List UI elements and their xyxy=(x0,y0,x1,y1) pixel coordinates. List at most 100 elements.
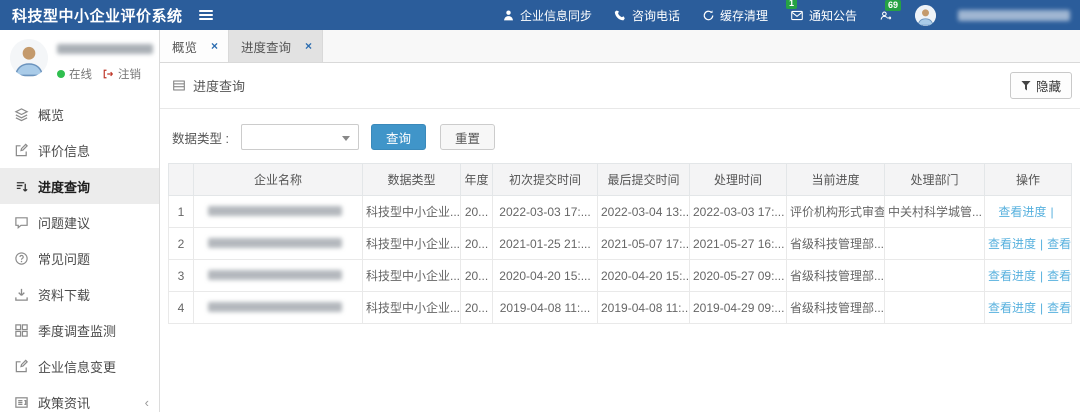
row-index: 1 xyxy=(168,195,194,228)
department-cell: 中关村科学城管... xyxy=(884,195,985,228)
data-type-cell: 科技型中小企业... xyxy=(362,291,461,324)
view-progress-link[interactable]: 查看进度 xyxy=(998,205,1046,219)
company-name-cell xyxy=(193,259,363,292)
sidebar-item-evaluation-info[interactable]: 评价信息 xyxy=(0,132,159,168)
col-company: 企业名称 xyxy=(193,163,363,196)
department-cell xyxy=(884,291,985,324)
company-name-cell xyxy=(193,195,363,228)
news-icon xyxy=(13,395,29,410)
nav-cache-clear[interactable]: 缓存清理 xyxy=(702,7,768,24)
current-progress-cell: 省级科技管理部... xyxy=(786,259,885,292)
sidebar-user-box: 在线 注销 xyxy=(0,30,159,92)
comment-icon xyxy=(13,215,29,230)
nav-messages[interactable]: 69 xyxy=(879,0,901,22)
sidebar-username-redacted xyxy=(57,44,153,54)
first-submit-cell: 2019-04-08 11:... xyxy=(492,291,598,324)
current-progress-cell: 省级科技管理部... xyxy=(786,291,885,324)
chevron-left-icon xyxy=(145,395,149,410)
actions-cell: 查看进度 |查看... xyxy=(984,227,1072,260)
messages-badge: 69 xyxy=(884,0,901,11)
nav-notice[interactable]: 1 通知公告 xyxy=(785,0,857,24)
data-type-cell: 科技型中小企业... xyxy=(362,195,461,228)
process-time-cell: 2022-03-03 17:... xyxy=(689,195,787,228)
tab-progress-query[interactable]: 进度查询 xyxy=(229,30,324,62)
table-list-icon xyxy=(172,79,186,92)
tab-overview[interactable]: 概览 xyxy=(160,30,230,62)
panel-title: 进度查询 xyxy=(193,79,246,94)
data-type-cell: 科技型中小企业... xyxy=(362,227,461,260)
filter-row: 数据类型 : 查询 重置 xyxy=(160,109,1080,163)
col-department: 处理部门 xyxy=(884,163,985,196)
last-submit-cell: 2019-04-08 11:... xyxy=(597,291,690,324)
close-icon[interactable] xyxy=(211,39,218,53)
col-last-submit: 最后提交时间 xyxy=(597,163,690,196)
close-icon[interactable] xyxy=(305,39,312,53)
search-button[interactable]: 查询 xyxy=(370,124,426,150)
reset-button[interactable]: 重置 xyxy=(439,124,495,150)
online-dot-icon xyxy=(57,70,65,78)
company-name-redacted xyxy=(208,269,342,280)
last-submit-cell: 2021-05-07 17:... xyxy=(597,227,690,260)
first-submit-cell: 2021-01-25 21:... xyxy=(492,227,598,260)
sidebar-item-progress-query[interactable]: 进度查询 xyxy=(0,168,159,204)
filter-funnel-icon xyxy=(1020,80,1031,91)
panel-header: 进度查询 隐藏 xyxy=(160,63,1080,109)
data-type-cell: 科技型中小企业... xyxy=(362,259,461,292)
grid-icon xyxy=(13,323,29,338)
view-progress-link[interactable]: 查看进度 xyxy=(988,301,1036,315)
data-type-select[interactable] xyxy=(240,124,359,150)
nav-consult-phone[interactable]: 咨询电话 xyxy=(614,7,680,24)
row-index: 4 xyxy=(168,291,194,324)
recycle-icon xyxy=(702,9,715,22)
view-progress-link[interactable]: 查看... xyxy=(1047,237,1070,251)
current-progress-cell: 省级科技管理部... xyxy=(786,227,885,260)
process-time-cell: 2021-05-27 16:... xyxy=(689,227,787,260)
sidebar-menu: 概览 评价信息 进度查询 问题建议 常见问题 资料下载 季度调查监测 企业信息变… xyxy=(0,96,159,412)
first-submit-cell: 2020-04-20 15:... xyxy=(492,259,598,292)
envelope-icon xyxy=(790,9,804,22)
link-separator: | xyxy=(1040,269,1044,283)
sidebar-item-overview[interactable]: 概览 xyxy=(0,96,159,132)
actions-cell: 查看进度 |查看... xyxy=(984,291,1072,324)
view-progress-link[interactable]: 查看... xyxy=(1047,301,1070,315)
company-name-redacted xyxy=(208,205,342,216)
hide-button[interactable]: 隐藏 xyxy=(1009,72,1072,99)
chevron-down-icon xyxy=(341,136,350,141)
logout-link[interactable]: 注销 xyxy=(118,66,141,82)
sidebar-item-suggestions[interactable]: 问题建议 xyxy=(0,204,159,240)
logout-icon xyxy=(102,68,114,80)
department-cell xyxy=(884,227,985,260)
nav-enterprise-sync[interactable]: 企业信息同步 xyxy=(502,7,592,24)
progress-table: 企业名称 数据类型 年度 初次提交时间 最后提交时间 处理时间 当前进度 处理部… xyxy=(168,163,1072,324)
table-row: 3 科技型中小企业... 20... 2020-04-20 15:... 2020-04… xyxy=(168,259,1072,292)
department-cell xyxy=(884,259,985,292)
sidebar-item-downloads[interactable]: 资料下载 xyxy=(0,276,159,312)
col-process-time: 处理时间 xyxy=(689,163,787,196)
year-cell: 20... xyxy=(460,291,493,324)
sidebar-item-quarterly-survey[interactable]: 季度调查监测 xyxy=(0,312,159,348)
sidebar-item-policy-news[interactable]: 政策资讯 xyxy=(0,384,159,412)
tab-bar: 概览 进度查询 xyxy=(160,30,1080,63)
current-progress-cell: 评价机构形式审查 xyxy=(786,195,885,228)
sidebar: 在线 注销 概览 评价信息 进度查询 问题建议 常见问题 资料下载 季度调查监测… xyxy=(0,30,160,412)
user-avatar[interactable] xyxy=(915,4,936,26)
col-actions: 操作 xyxy=(984,163,1072,196)
year-cell: 20... xyxy=(460,259,493,292)
actions-cell: 查看进度 | xyxy=(984,195,1072,228)
sidebar-item-enterprise-info-change[interactable]: 企业信息变更 xyxy=(0,348,159,384)
company-name-redacted xyxy=(208,301,342,312)
layers-icon xyxy=(13,107,29,122)
notice-badge: 1 xyxy=(785,0,797,9)
view-progress-link[interactable]: 查看... xyxy=(1047,269,1070,283)
col-current-progress: 当前进度 xyxy=(786,163,885,196)
link-separator: | xyxy=(1040,237,1044,251)
company-name-cell xyxy=(193,227,363,260)
main-content: 概览 进度查询 进度查询 隐藏 数据类型 : xyxy=(160,30,1080,412)
sidebar-avatar[interactable] xyxy=(10,39,48,77)
process-time-cell: 2019-04-29 09:... xyxy=(689,291,787,324)
view-progress-link[interactable]: 查看进度 xyxy=(988,237,1036,251)
sidebar-item-faq[interactable]: 常见问题 xyxy=(0,240,159,276)
last-submit-cell: 2020-04-20 15:... xyxy=(597,259,690,292)
view-progress-link[interactable]: 查看进度 xyxy=(988,269,1036,283)
menu-toggle-icon[interactable] xyxy=(198,10,213,20)
